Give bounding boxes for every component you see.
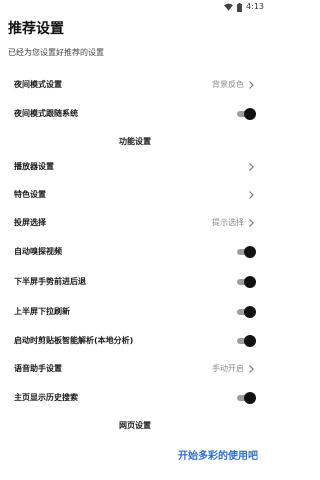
toggle-knob <box>244 108 256 120</box>
clipboard-parse-row: 启动时剪贴板智能解析(本地分析) <box>0 327 270 355</box>
toggle-knob <box>244 392 256 404</box>
chevron-right-icon <box>249 163 254 171</box>
night-follow-system-label: 夜间模式跟随系统 <box>14 109 78 118</box>
features-setting-row[interactable]: 特色设置 <box>0 181 270 209</box>
wifi-icon <box>224 3 234 11</box>
pull-refresh-toggle[interactable] <box>236 306 256 318</box>
voice-assistant-row[interactable]: 语音助手设置 手动开启 <box>0 355 270 383</box>
gesture-back-label: 下半屏手势前进后退 <box>14 277 86 286</box>
chevron-right-icon <box>249 365 254 373</box>
chevron-right-icon <box>249 191 254 199</box>
cast-setting-label: 投屏选择 <box>14 218 46 227</box>
status-icons: 4:13 <box>224 1 264 13</box>
chevron-right-icon <box>249 81 254 89</box>
gesture-back-row: 下半屏手势前进后退 <box>0 268 270 296</box>
history-search-row: 主页显示历史搜索 <box>0 384 270 412</box>
status-bar: 4:13 <box>0 0 270 14</box>
start-using-button[interactable]: 开始多彩的使用吧 <box>178 450 258 464</box>
night-follow-system-toggle[interactable] <box>236 108 256 120</box>
auto-sniff-label: 自动嗅探视频 <box>14 247 62 256</box>
cast-setting-value: 提示选择 <box>212 218 244 227</box>
player-setting-row[interactable]: 播放器设置 <box>0 153 270 181</box>
night-mode-setting-row[interactable]: 夜间模式设置 背景反色 <box>0 71 270 99</box>
features-setting-label: 特色设置 <box>14 190 46 199</box>
clipboard-parse-toggle[interactable] <box>236 335 256 347</box>
night-mode-setting-label: 夜间模式设置 <box>14 80 62 89</box>
voice-assistant-label: 语音助手设置 <box>14 364 62 373</box>
cast-setting-row[interactable]: 投屏选择 提示选择 <box>0 209 270 237</box>
pull-refresh-row: 上半屏下拉刷新 <box>0 298 270 326</box>
chevron-right-icon <box>249 219 254 227</box>
gesture-back-toggle[interactable] <box>236 276 256 288</box>
page-title: 推荐设置 <box>8 21 64 37</box>
toggle-knob <box>244 306 256 318</box>
toggle-knob <box>244 246 256 258</box>
section-header-function: 功能设置 <box>119 137 151 146</box>
voice-assistant-value: 手动开启 <box>212 364 244 373</box>
auto-sniff-toggle[interactable] <box>236 246 256 258</box>
night-mode-setting-value: 背景反色 <box>212 80 244 89</box>
player-setting-label: 播放器设置 <box>14 162 54 171</box>
page-subtitle: 已经为您设置好推荐的设置 <box>8 48 104 57</box>
status-time: 4:13 <box>246 2 264 11</box>
pull-refresh-label: 上半屏下拉刷新 <box>14 307 70 316</box>
history-search-toggle[interactable] <box>236 392 256 404</box>
section-header-web: 网页设置 <box>119 421 151 430</box>
night-follow-system-row: 夜间模式跟随系统 <box>0 100 270 128</box>
history-search-label: 主页显示历史搜索 <box>14 393 78 402</box>
toggle-knob <box>244 335 256 347</box>
toggle-knob <box>244 276 256 288</box>
auto-sniff-row: 自动嗅探视频 <box>0 238 270 266</box>
battery-icon <box>237 2 243 12</box>
clipboard-parse-label: 启动时剪贴板智能解析(本地分析) <box>14 336 134 345</box>
